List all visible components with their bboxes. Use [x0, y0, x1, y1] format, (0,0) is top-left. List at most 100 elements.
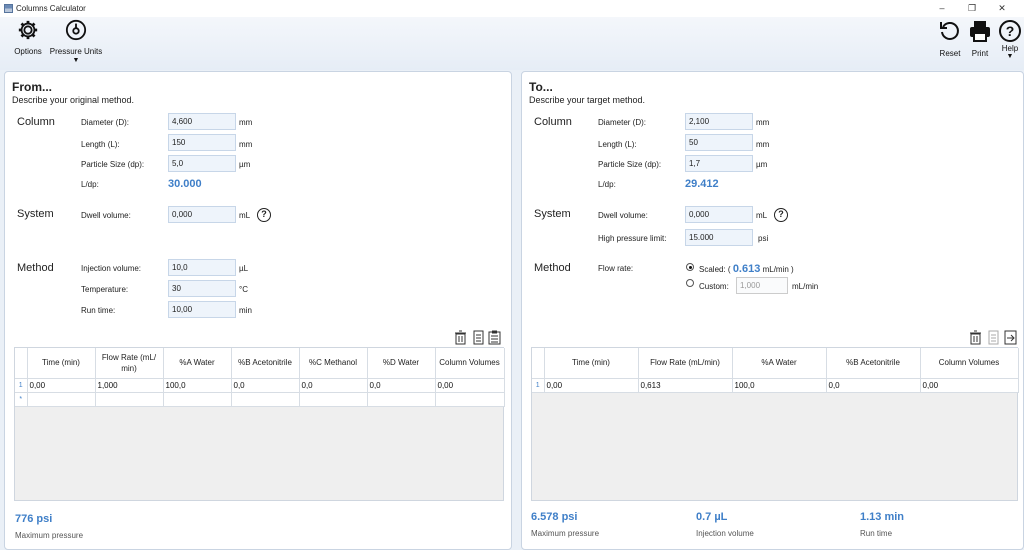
reset-label: Reset — [937, 49, 963, 58]
diameter-label: Diameter (D): — [81, 118, 129, 127]
temperature-unit: °C — [239, 285, 248, 294]
run-time-unit: min — [239, 306, 252, 315]
diameter-input[interactable] — [168, 113, 236, 130]
table-cell[interactable] — [163, 392, 231, 406]
injection-volume-value: 0.7 µL — [696, 511, 727, 523]
column-header[interactable]: %A Water — [163, 348, 231, 378]
scaled-suffix: mL/min ) — [763, 265, 794, 274]
help-button[interactable]: ? Help ▼ — [997, 19, 1023, 60]
table-cell[interactable]: 0,613 — [638, 378, 732, 392]
dwell-volume-label: Dwell volume: — [598, 211, 648, 220]
max-pressure-value: 6.578 psi — [531, 511, 577, 523]
dwell-volume-unit: mL — [756, 211, 767, 220]
high-pressure-limit-label: High pressure limit: — [598, 234, 666, 243]
table-cell[interactable] — [299, 392, 367, 406]
dwell-volume-label: Dwell volume: — [81, 211, 131, 220]
method-section-label: Method — [17, 262, 54, 274]
column-header[interactable]: %D Water — [367, 348, 435, 378]
dwell-volume-input[interactable] — [168, 206, 236, 223]
row-number[interactable]: 1 — [15, 378, 27, 392]
column-header[interactable]: Column Volumes — [920, 348, 1018, 378]
table-cell[interactable]: 0,0 — [299, 378, 367, 392]
run-time-value: 1.13 min — [860, 511, 904, 523]
run-time-result-label: Run time — [860, 529, 892, 538]
copy-icon[interactable] — [987, 330, 1000, 345]
reset-button[interactable]: Reset — [937, 19, 963, 58]
table-cell[interactable] — [95, 392, 163, 406]
maximize-button[interactable]: ❐ — [960, 0, 984, 17]
print-button[interactable]: Print — [967, 19, 993, 58]
table-cell[interactable] — [231, 392, 299, 406]
column-header[interactable]: Time (min) — [27, 348, 95, 378]
column-header[interactable]: Flow Rate (mL/min) — [638, 348, 732, 378]
custom-radio[interactable] — [686, 279, 694, 287]
table-cell[interactable]: 0,0 — [826, 378, 920, 392]
corner-cell — [532, 348, 544, 378]
injection-volume-input[interactable] — [168, 259, 236, 276]
length-unit: mm — [239, 140, 252, 149]
table-cell[interactable]: 0,00 — [920, 378, 1018, 392]
table-header-row: Time (min) Flow Rate (mL/min) %A Water %… — [532, 348, 1018, 378]
length-label: Length (L): — [598, 140, 637, 149]
table-cell[interactable]: 0,00 — [544, 378, 638, 392]
custom-flow-unit: mL/min — [792, 282, 818, 291]
table-cell[interactable]: 1,000 — [95, 378, 163, 392]
app-icon — [4, 4, 13, 13]
particle-size-input[interactable] — [168, 155, 236, 172]
pressure-units-button[interactable]: Pressure Units ▼ — [48, 19, 104, 64]
table-cell[interactable]: 0,0 — [367, 378, 435, 392]
diameter-input[interactable] — [685, 113, 753, 130]
high-pressure-limit-input[interactable] — [685, 229, 753, 246]
column-header[interactable]: %B Acetonitrile — [826, 348, 920, 378]
particle-size-input[interactable] — [685, 155, 753, 172]
table-cell[interactable] — [27, 392, 95, 406]
length-label: Length (L): — [81, 140, 120, 149]
diameter-unit: mm — [239, 118, 252, 127]
length-input[interactable] — [685, 134, 753, 151]
clipboard-icon[interactable] — [488, 330, 501, 345]
ldp-value: 29.412 — [685, 178, 719, 190]
custom-flow-input[interactable] — [736, 277, 788, 294]
ldp-value: 30.000 — [168, 178, 202, 190]
column-header[interactable]: Column Volumes — [435, 348, 504, 378]
column-header[interactable]: %C Methanol — [299, 348, 367, 378]
options-button[interactable]: Options — [10, 19, 46, 56]
delete-row-icon[interactable] — [454, 330, 467, 345]
table-cell[interactable] — [367, 392, 435, 406]
particle-size-unit: µm — [756, 160, 767, 169]
ldp-label: L/dp: — [81, 180, 99, 189]
minimize-button[interactable]: – — [930, 0, 954, 17]
close-button[interactable]: ✕ — [990, 0, 1014, 17]
export-icon[interactable] — [1004, 330, 1017, 345]
table-header-row: Time (min) Flow Rate (mL/ min) %A Water … — [15, 348, 504, 378]
window-title: Columns Calculator — [16, 4, 86, 13]
column-header[interactable]: %A Water — [732, 348, 826, 378]
column-header[interactable]: %B Acetonitrile — [231, 348, 299, 378]
table-cell[interactable]: 0,0 — [231, 378, 299, 392]
pressure-units-label: Pressure Units — [48, 47, 104, 56]
scaled-radio[interactable] — [686, 263, 694, 271]
dwell-volume-input[interactable] — [685, 206, 753, 223]
table-cell[interactable]: 0,00 — [435, 378, 504, 392]
table-cell[interactable]: 0,00 — [27, 378, 95, 392]
table-cell[interactable]: 100,0 — [732, 378, 826, 392]
method-section-label: Method — [534, 262, 571, 274]
row-number[interactable]: 1 — [532, 378, 544, 392]
toolbar: Options Pressure Units ▼ Reset Print ? H… — [0, 17, 1024, 70]
to-panel: To... Describe your target method. Colum… — [521, 71, 1024, 550]
high-pressure-limit-unit: psi — [758, 234, 768, 243]
run-time-input[interactable] — [168, 301, 236, 318]
length-unit: mm — [756, 140, 769, 149]
dwell-help-icon[interactable]: ? — [774, 208, 788, 222]
copy-icon[interactable] — [472, 330, 485, 345]
length-input[interactable] — [168, 134, 236, 151]
scaled-option[interactable]: Scaled: ( 0.613 mL/min ) — [699, 263, 794, 275]
temperature-input[interactable] — [168, 280, 236, 297]
column-header[interactable]: Flow Rate (mL/ min) — [95, 348, 163, 378]
new-row-marker[interactable]: * — [15, 392, 27, 406]
table-cell[interactable]: 100,0 — [163, 378, 231, 392]
delete-row-icon[interactable] — [969, 330, 982, 345]
table-cell[interactable] — [435, 392, 504, 406]
column-header[interactable]: Time (min) — [544, 348, 638, 378]
dwell-help-icon[interactable]: ? — [257, 208, 271, 222]
